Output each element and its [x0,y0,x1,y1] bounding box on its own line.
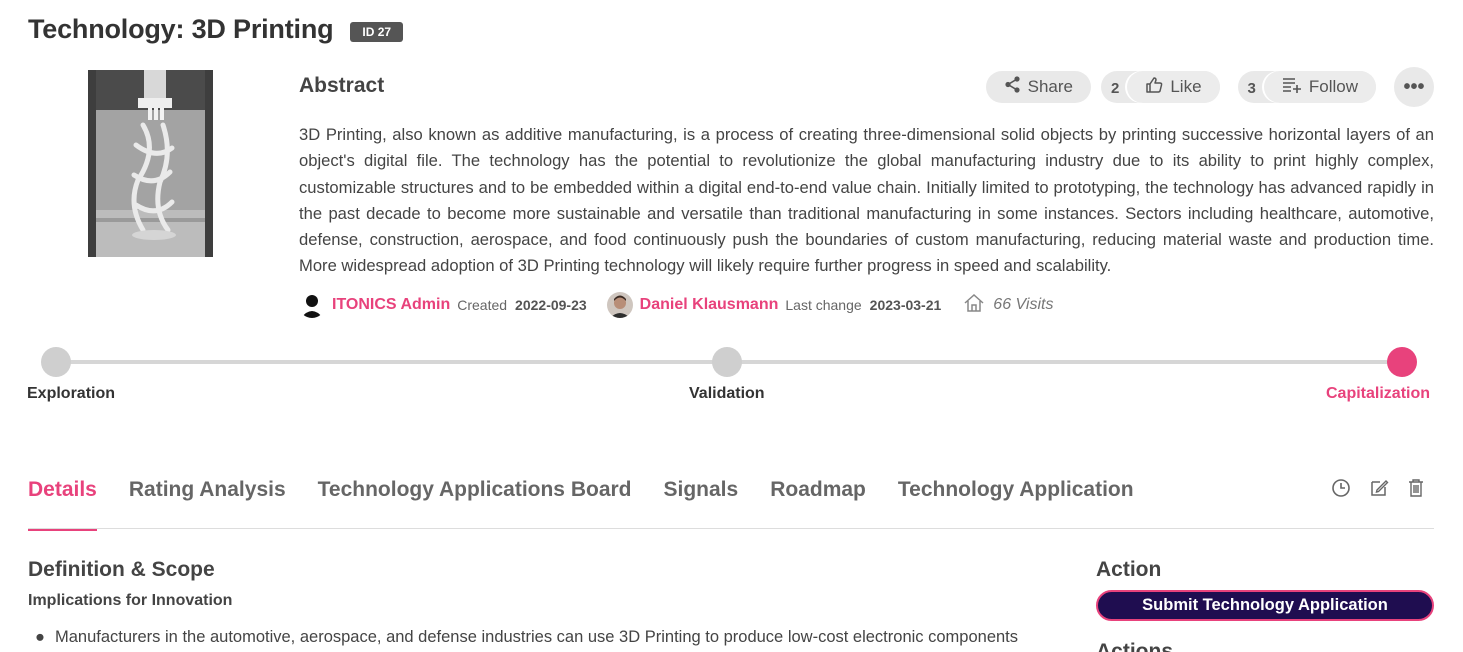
action-heading: Action [1096,558,1162,581]
stage-dot-capitalization[interactable] [1387,347,1417,377]
title-row: Technology: 3D Printing ID 27 [28,14,404,45]
follow-list-icon [1282,77,1302,98]
like-group: 2 Like [1101,71,1220,103]
abstract-text: 3D Printing, also known as additive manu… [299,125,1434,276]
tab-roadmap[interactable]: Roadmap [770,478,866,518]
share-label: Share [1027,77,1073,96]
modifier-name-link[interactable]: Daniel Klausmann [640,296,779,314]
visits-counter: 66 Visits [963,293,1053,318]
stage-dot-validation[interactable] [712,347,742,377]
like-label: Like [1170,77,1202,96]
id-badge: ID 27 [350,21,404,42]
bullet-marker: ● [35,628,45,646]
stage-label-validation: Validation [689,385,765,402]
tab-technology-application[interactable]: Technology Application [898,478,1134,518]
stage-label-capitalization: Capitalization [1326,385,1431,402]
changed-label: Last change [785,297,862,313]
implications-heading: Implications for Innovation [28,592,233,609]
share-button[interactable]: Share [985,71,1091,103]
more-options-button[interactable]: ••• [1394,67,1434,107]
house-icon [963,293,985,318]
technology-image[interactable] [88,70,213,257]
follow-label: Follow [1308,77,1358,96]
stage-label-exploration: Exploration [27,385,116,402]
abstract-heading: Abstract [299,74,385,97]
page-title: Technology: 3D Printing [28,14,334,44]
printer-illustration [88,70,213,257]
tab-rating-analysis[interactable]: Rating Analysis [129,478,286,518]
edit-icon[interactable] [1369,478,1389,503]
submit-technology-application-button[interactable]: Submit Technology Application [1096,590,1434,621]
like-button[interactable]: Like [1127,71,1220,103]
meta-line: ITONICS Admin Created 2022-09-23 Daniel … [299,292,1053,318]
list-item: ● Manufacturers in the automotive, aeros… [35,628,1018,647]
follow-button[interactable]: Follow [1263,71,1376,103]
action-bar: Share 2 Like 3 Follow ••• [985,67,1434,107]
follow-count: 3 [1247,80,1256,97]
tab-technology-applications-board[interactable]: Technology Applications Board [318,478,632,518]
tab-bar: Details Rating Analysis Technology Appli… [28,478,1134,531]
created-label: Created [457,297,508,313]
more-dots-icon: ••• [1403,75,1425,98]
share-icon [1004,76,1021,98]
stage-dot-exploration[interactable] [41,347,71,377]
follow-group: 3 Follow [1237,71,1376,103]
history-clock-icon[interactable] [1331,478,1351,503]
created-date: 2022-09-23 [515,297,587,313]
tab-toolbar [1331,478,1425,503]
creator-name-link[interactable]: ITONICS Admin [332,296,450,314]
creator-avatar[interactable] [299,292,325,318]
modifier-avatar[interactable] [606,292,633,318]
changed-date: 2023-03-21 [869,297,942,313]
tab-signals[interactable]: Signals [664,478,739,518]
thumbs-up-icon [1145,76,1163,99]
bullet-text: Manufacturers in the automotive, aerospa… [54,628,1019,646]
actions-heading: Actions [1096,640,1174,652]
tab-divider [28,528,1434,529]
delete-trash-icon[interactable] [1407,478,1425,503]
visits-label: 66 Visits [993,296,1054,313]
like-count: 2 [1111,80,1120,97]
definition-scope-heading: Definition & Scope [28,558,215,581]
tab-details[interactable]: Details [28,478,97,531]
